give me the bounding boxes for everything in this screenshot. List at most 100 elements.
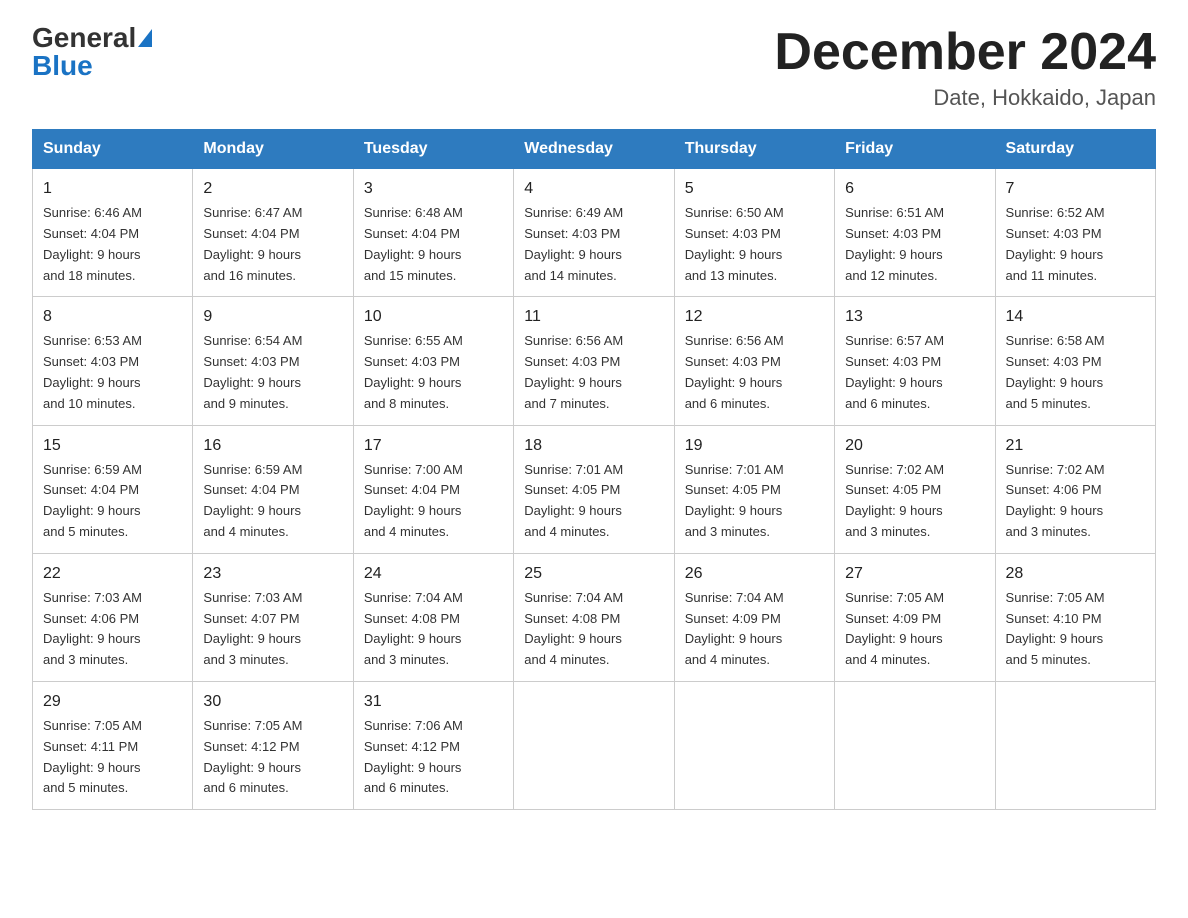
calendar-cell: 11 Sunrise: 6:56 AMSunset: 4:03 PMDaylig…: [514, 297, 674, 425]
calendar-cell: 4 Sunrise: 6:49 AMSunset: 4:03 PMDayligh…: [514, 169, 674, 297]
calendar-cell: 17 Sunrise: 7:00 AMSunset: 4:04 PMDaylig…: [353, 425, 513, 553]
day-info: Sunrise: 7:05 AMSunset: 4:11 PMDaylight:…: [43, 718, 142, 795]
day-info: Sunrise: 7:05 AMSunset: 4:09 PMDaylight:…: [845, 590, 944, 667]
calendar-cell: 28 Sunrise: 7:05 AMSunset: 4:10 PMDaylig…: [995, 553, 1155, 681]
day-number: 28: [1006, 562, 1145, 586]
day-info: Sunrise: 7:00 AMSunset: 4:04 PMDaylight:…: [364, 462, 463, 539]
col-thursday: Thursday: [674, 130, 834, 169]
day-number: 24: [364, 562, 503, 586]
calendar-cell: 3 Sunrise: 6:48 AMSunset: 4:04 PMDayligh…: [353, 169, 513, 297]
day-number: 2: [203, 177, 342, 201]
col-friday: Friday: [835, 130, 995, 169]
day-number: 19: [685, 434, 824, 458]
day-info: Sunrise: 6:48 AMSunset: 4:04 PMDaylight:…: [364, 205, 463, 282]
calendar-cell: 29 Sunrise: 7:05 AMSunset: 4:11 PMDaylig…: [33, 681, 193, 809]
calendar-cell: 21 Sunrise: 7:02 AMSunset: 4:06 PMDaylig…: [995, 425, 1155, 553]
day-number: 26: [685, 562, 824, 586]
calendar-cell: 5 Sunrise: 6:50 AMSunset: 4:03 PMDayligh…: [674, 169, 834, 297]
day-info: Sunrise: 6:51 AMSunset: 4:03 PMDaylight:…: [845, 205, 944, 282]
day-info: Sunrise: 7:03 AMSunset: 4:07 PMDaylight:…: [203, 590, 302, 667]
calendar-cell: 12 Sunrise: 6:56 AMSunset: 4:03 PMDaylig…: [674, 297, 834, 425]
day-number: 5: [685, 177, 824, 201]
day-info: Sunrise: 6:49 AMSunset: 4:03 PMDaylight:…: [524, 205, 623, 282]
day-info: Sunrise: 7:01 AMSunset: 4:05 PMDaylight:…: [524, 462, 623, 539]
calendar-body: 1 Sunrise: 6:46 AMSunset: 4:04 PMDayligh…: [33, 169, 1156, 810]
day-number: 1: [43, 177, 182, 201]
calendar-cell: 10 Sunrise: 6:55 AMSunset: 4:03 PMDaylig…: [353, 297, 513, 425]
day-info: Sunrise: 6:46 AMSunset: 4:04 PMDaylight:…: [43, 205, 142, 282]
day-number: 23: [203, 562, 342, 586]
calendar-week-row: 1 Sunrise: 6:46 AMSunset: 4:04 PMDayligh…: [33, 169, 1156, 297]
page-title: December 2024: [774, 24, 1156, 81]
calendar-week-row: 22 Sunrise: 7:03 AMSunset: 4:06 PMDaylig…: [33, 553, 1156, 681]
day-number: 12: [685, 305, 824, 329]
day-info: Sunrise: 6:59 AMSunset: 4:04 PMDaylight:…: [203, 462, 302, 539]
day-info: Sunrise: 6:52 AMSunset: 4:03 PMDaylight:…: [1006, 205, 1105, 282]
day-info: Sunrise: 6:59 AMSunset: 4:04 PMDaylight:…: [43, 462, 142, 539]
day-number: 22: [43, 562, 182, 586]
calendar-cell: 8 Sunrise: 6:53 AMSunset: 4:03 PMDayligh…: [33, 297, 193, 425]
day-number: 15: [43, 434, 182, 458]
day-info: Sunrise: 7:02 AMSunset: 4:06 PMDaylight:…: [1006, 462, 1105, 539]
page-header: General Blue December 2024 Date, Hokkaid…: [32, 24, 1156, 111]
day-info: Sunrise: 6:53 AMSunset: 4:03 PMDaylight:…: [43, 333, 142, 410]
calendar-cell: 6 Sunrise: 6:51 AMSunset: 4:03 PMDayligh…: [835, 169, 995, 297]
day-number: 10: [364, 305, 503, 329]
logo: General Blue: [32, 24, 152, 80]
calendar-cell: 22 Sunrise: 7:03 AMSunset: 4:06 PMDaylig…: [33, 553, 193, 681]
calendar-cell: [674, 681, 834, 809]
calendar-cell: 19 Sunrise: 7:01 AMSunset: 4:05 PMDaylig…: [674, 425, 834, 553]
day-number: 17: [364, 434, 503, 458]
calendar-cell: 15 Sunrise: 6:59 AMSunset: 4:04 PMDaylig…: [33, 425, 193, 553]
day-info: Sunrise: 7:01 AMSunset: 4:05 PMDaylight:…: [685, 462, 784, 539]
day-number: 3: [364, 177, 503, 201]
page-subtitle: Date, Hokkaido, Japan: [774, 85, 1156, 111]
calendar-cell: 23 Sunrise: 7:03 AMSunset: 4:07 PMDaylig…: [193, 553, 353, 681]
day-info: Sunrise: 6:57 AMSunset: 4:03 PMDaylight:…: [845, 333, 944, 410]
day-info: Sunrise: 7:03 AMSunset: 4:06 PMDaylight:…: [43, 590, 142, 667]
logo-arrow-icon: [138, 29, 152, 47]
day-number: 25: [524, 562, 663, 586]
day-number: 8: [43, 305, 182, 329]
calendar-cell: 27 Sunrise: 7:05 AMSunset: 4:09 PMDaylig…: [835, 553, 995, 681]
day-number: 27: [845, 562, 984, 586]
day-info: Sunrise: 6:58 AMSunset: 4:03 PMDaylight:…: [1006, 333, 1105, 410]
calendar-header: Sunday Monday Tuesday Wednesday Thursday…: [33, 130, 1156, 169]
day-info: Sunrise: 6:55 AMSunset: 4:03 PMDaylight:…: [364, 333, 463, 410]
day-number: 18: [524, 434, 663, 458]
calendar-cell: 25 Sunrise: 7:04 AMSunset: 4:08 PMDaylig…: [514, 553, 674, 681]
calendar-cell: [835, 681, 995, 809]
day-info: Sunrise: 7:05 AMSunset: 4:12 PMDaylight:…: [203, 718, 302, 795]
calendar-cell: 26 Sunrise: 7:04 AMSunset: 4:09 PMDaylig…: [674, 553, 834, 681]
calendar-cell: 24 Sunrise: 7:04 AMSunset: 4:08 PMDaylig…: [353, 553, 513, 681]
calendar-cell: 20 Sunrise: 7:02 AMSunset: 4:05 PMDaylig…: [835, 425, 995, 553]
day-info: Sunrise: 6:56 AMSunset: 4:03 PMDaylight:…: [685, 333, 784, 410]
logo-general: General: [32, 24, 136, 52]
calendar-cell: 30 Sunrise: 7:05 AMSunset: 4:12 PMDaylig…: [193, 681, 353, 809]
calendar-cell: 14 Sunrise: 6:58 AMSunset: 4:03 PMDaylig…: [995, 297, 1155, 425]
day-number: 21: [1006, 434, 1145, 458]
calendar-cell: 31 Sunrise: 7:06 AMSunset: 4:12 PMDaylig…: [353, 681, 513, 809]
calendar-cell: [995, 681, 1155, 809]
day-number: 30: [203, 690, 342, 714]
calendar-cell: 9 Sunrise: 6:54 AMSunset: 4:03 PMDayligh…: [193, 297, 353, 425]
title-section: December 2024 Date, Hokkaido, Japan: [774, 24, 1156, 111]
day-info: Sunrise: 7:02 AMSunset: 4:05 PMDaylight:…: [845, 462, 944, 539]
calendar-week-row: 8 Sunrise: 6:53 AMSunset: 4:03 PMDayligh…: [33, 297, 1156, 425]
day-info: Sunrise: 7:05 AMSunset: 4:10 PMDaylight:…: [1006, 590, 1105, 667]
day-number: 29: [43, 690, 182, 714]
col-tuesday: Tuesday: [353, 130, 513, 169]
day-number: 6: [845, 177, 984, 201]
col-saturday: Saturday: [995, 130, 1155, 169]
calendar-week-row: 29 Sunrise: 7:05 AMSunset: 4:11 PMDaylig…: [33, 681, 1156, 809]
col-sunday: Sunday: [33, 130, 193, 169]
header-row: Sunday Monday Tuesday Wednesday Thursday…: [33, 130, 1156, 169]
day-number: 4: [524, 177, 663, 201]
day-info: Sunrise: 7:04 AMSunset: 4:09 PMDaylight:…: [685, 590, 784, 667]
day-info: Sunrise: 7:04 AMSunset: 4:08 PMDaylight:…: [524, 590, 623, 667]
day-info: Sunrise: 6:50 AMSunset: 4:03 PMDaylight:…: [685, 205, 784, 282]
calendar-cell: 18 Sunrise: 7:01 AMSunset: 4:05 PMDaylig…: [514, 425, 674, 553]
day-info: Sunrise: 7:06 AMSunset: 4:12 PMDaylight:…: [364, 718, 463, 795]
calendar-cell: 2 Sunrise: 6:47 AMSunset: 4:04 PMDayligh…: [193, 169, 353, 297]
calendar-cell: [514, 681, 674, 809]
